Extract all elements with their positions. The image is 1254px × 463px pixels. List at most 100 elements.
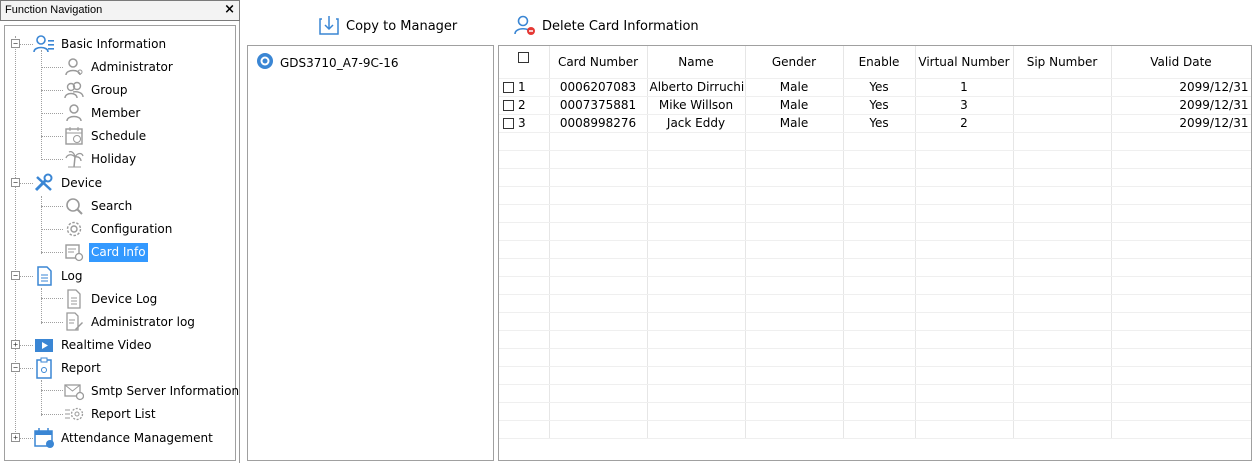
empty-cell — [647, 384, 746, 403]
tree-item-realtime-video[interactable]: Realtime Video — [33, 334, 153, 356]
row-checkbox[interactable] — [503, 100, 514, 111]
tree-item-label: Device Log — [91, 291, 158, 306]
empty-cell — [549, 240, 648, 259]
empty-cell — [915, 276, 1014, 295]
empty-cell — [647, 258, 746, 277]
tree-connector — [41, 113, 63, 114]
tree-branch-line — [41, 288, 42, 324]
copy-to-manager-button[interactable]: Copy to Manager — [318, 14, 457, 38]
empty-cell — [1111, 222, 1251, 241]
empty-cell — [1013, 330, 1112, 349]
close-icon[interactable]: × — [224, 2, 235, 18]
empty-cell — [745, 402, 844, 421]
empty-cell — [915, 258, 1014, 277]
tree-item-search[interactable]: Search — [63, 195, 134, 217]
empty-cell — [1013, 384, 1112, 403]
collapse-report[interactable]: − — [11, 363, 20, 372]
document-icon — [33, 265, 55, 287]
expand-realtime-video[interactable]: + — [11, 340, 20, 349]
column-header-gender[interactable]: Gender — [745, 46, 844, 79]
tree-item-configuration[interactable]: Configuration — [63, 218, 174, 240]
tree-item-holiday[interactable]: Holiday — [63, 148, 138, 170]
empty-row — [499, 240, 1251, 259]
tree-item-report[interactable]: Report — [33, 357, 103, 379]
empty-cell — [1013, 420, 1112, 439]
table-row[interactable]: 1 0006207083 Alberto Dirruchi Male Yes 1 2099/… — [499, 78, 1251, 97]
tools-icon — [33, 172, 55, 194]
select-all-checkbox[interactable] — [518, 52, 530, 63]
tree-item-device-log[interactable]: Device Log — [63, 288, 159, 310]
column-header-name[interactable]: Name — [647, 46, 746, 79]
empty-cell — [1111, 402, 1251, 421]
tree-item-group[interactable]: Group — [63, 79, 130, 101]
column-header-sip-number[interactable]: Sip Number — [1013, 46, 1112, 79]
collapse-log[interactable]: − — [11, 271, 20, 280]
column-header-valid-date[interactable]: Valid Date — [1111, 46, 1251, 79]
tree-item-attendance-management[interactable]: Attendance Management — [33, 427, 215, 449]
empty-cell — [1111, 294, 1251, 313]
empty-cell — [499, 132, 550, 151]
tree-connector — [41, 229, 63, 230]
clipboard-icon — [33, 357, 55, 379]
empty-cell — [499, 366, 550, 385]
tree-item-label: Group — [91, 82, 128, 97]
empty-cell — [647, 348, 746, 367]
tree-item-member[interactable]: Member — [63, 102, 142, 124]
empty-cell — [647, 222, 746, 241]
tree-connector — [41, 136, 63, 137]
tree-connector — [19, 345, 33, 346]
empty-cell — [1013, 294, 1112, 313]
empty-cell — [915, 366, 1014, 385]
empty-cell — [745, 150, 844, 169]
empty-cell — [843, 366, 916, 385]
row-select-cell: 3 — [499, 114, 550, 133]
tree-item-smtp-server-information[interactable]: Smtp Server Information — [63, 380, 241, 402]
empty-cell — [745, 348, 844, 367]
tree-item-label: Report List — [91, 406, 156, 421]
expand-attendance-management[interactable]: + — [11, 433, 20, 442]
cell-name: Alberto Dirruchi — [647, 78, 746, 97]
tree-item-administrator-log[interactable]: Administrator log — [63, 311, 197, 333]
empty-cell — [1013, 312, 1112, 331]
empty-cell — [549, 258, 648, 277]
empty-cell — [915, 330, 1014, 349]
empty-cell — [549, 132, 648, 151]
empty-cell — [745, 420, 844, 439]
tree-item-administrator[interactable]: Administrator — [63, 56, 175, 78]
empty-cell — [915, 420, 1014, 439]
tree-item-report-list[interactable]: Report List — [63, 403, 158, 425]
tree-item-card-info[interactable]: Card Info — [63, 241, 148, 263]
empty-cell — [745, 132, 844, 151]
tree-item-device[interactable]: Device — [33, 172, 104, 194]
empty-cell — [647, 420, 746, 439]
device-item[interactable]: GDS3710_A7-9C-16 — [256, 52, 398, 73]
empty-cell — [1013, 168, 1112, 187]
row-checkbox[interactable] — [503, 82, 514, 93]
empty-cell — [549, 384, 648, 403]
column-header-enable[interactable]: Enable — [843, 46, 916, 79]
empty-cell — [745, 330, 844, 349]
tree-item-basic-information[interactable]: Basic Information — [33, 33, 168, 55]
table-row[interactable]: 3 0008998276 Jack Eddy Male Yes 2 2099/12/31 — [499, 114, 1251, 133]
empty-cell — [843, 348, 916, 367]
empty-cell — [499, 150, 550, 169]
empty-cell — [1013, 204, 1112, 223]
table-row[interactable]: 2 0007375881 Mike Willson Male Yes 3 2099/12/3… — [499, 96, 1251, 115]
delete-card-information-button[interactable]: Delete Card Information — [514, 14, 699, 38]
row-checkbox[interactable] — [503, 118, 514, 129]
group-icon — [63, 79, 85, 101]
tree-item-log[interactable]: Log — [33, 265, 84, 287]
empty-cell — [647, 132, 746, 151]
empty-cell — [915, 402, 1014, 421]
tree-item-schedule[interactable]: Schedule — [63, 125, 148, 147]
tree-item-label: Configuration — [91, 221, 173, 236]
empty-cell — [1111, 240, 1251, 259]
column-header-virtual-number[interactable]: Virtual Number — [915, 46, 1014, 79]
collapse-basic-information[interactable]: − — [11, 39, 20, 48]
empty-cell — [647, 294, 746, 313]
collapse-device[interactable]: − — [11, 178, 20, 187]
tree-connector — [41, 206, 63, 207]
column-header-card-number[interactable]: Card Number — [549, 46, 648, 79]
tree-connector — [19, 438, 33, 439]
empty-cell — [1013, 132, 1112, 151]
